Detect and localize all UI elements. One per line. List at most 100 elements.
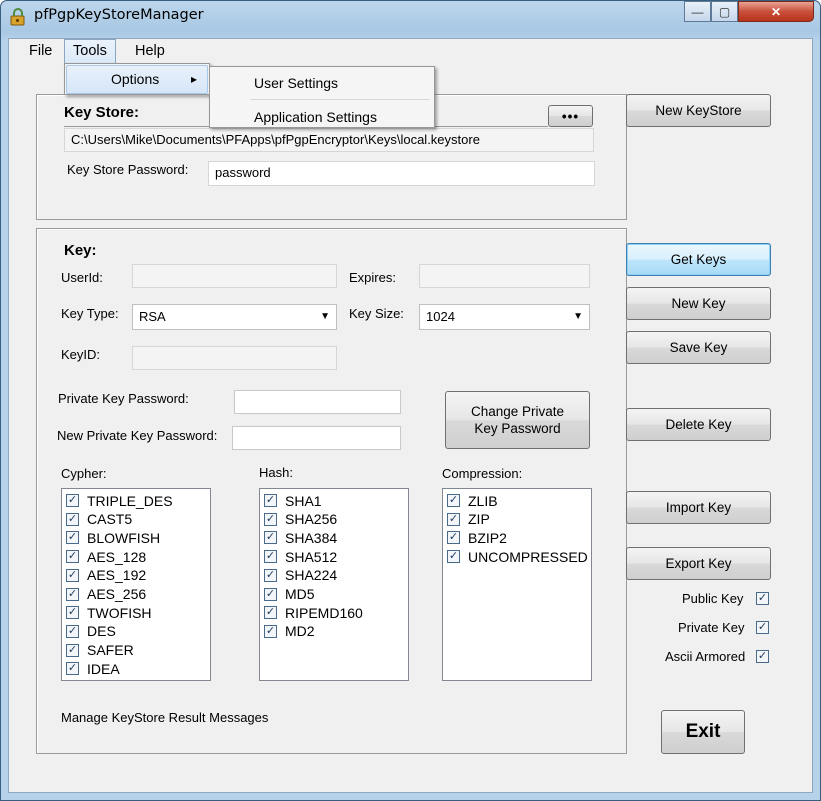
list-item-label: AES_192: [87, 567, 147, 584]
list-item[interactable]: ✓ ZIP: [447, 510, 490, 529]
new-keystore-button[interactable]: New KeyStore: [626, 94, 771, 127]
checkbox[interactable]: ✓: [447, 512, 460, 526]
checkbox[interactable]: ✓: [264, 606, 277, 620]
checkbox[interactable]: ✓: [264, 550, 277, 564]
checkbox[interactable]: ✓: [447, 550, 460, 564]
list-item[interactable]: ✓ AES_128: [66, 547, 146, 566]
checkbox[interactable]: ✓: [264, 494, 277, 507]
check-icon: ✓: [757, 650, 768, 662]
check-icon: ✓: [67, 512, 78, 525]
menu-item-options[interactable]: Options ▸: [66, 65, 208, 94]
checkbox[interactable]: ✓: [447, 494, 460, 507]
list-item-label: MD5: [285, 586, 315, 602]
menu-help[interactable]: Help: [127, 39, 173, 64]
window-title: pfPgpKeyStoreManager: [34, 7, 204, 23]
check-icon: ✓: [67, 662, 78, 675]
compression-list[interactable]: ✓ ZLIB ✓ ZIP ✓ BZIP2 ✓ UNCOMPRESSED: [442, 488, 592, 681]
list-item-label: AES_256: [87, 586, 147, 602]
list-item-label: AES_128: [87, 548, 147, 565]
exit-button[interactable]: Exit: [661, 710, 745, 754]
private-key-checkbox[interactable]: ✓: [756, 621, 769, 634]
keystore-password-field[interactable]: password: [208, 161, 595, 186]
list-item-label: BZIP2: [468, 529, 507, 546]
list-item[interactable]: ✓ DES: [66, 622, 116, 641]
list-item[interactable]: ✓ AES_192: [66, 566, 146, 585]
delete-key-button[interactable]: Delete Key: [626, 408, 771, 441]
get-keys-button[interactable]: Get Keys: [626, 243, 771, 276]
checkbox[interactable]: ✓: [264, 512, 277, 526]
change-private-key-password-button[interactable]: Change Private Key Password: [445, 391, 590, 449]
export-key-button[interactable]: Export Key: [626, 547, 771, 580]
checkbox[interactable]: ✓: [66, 643, 79, 657]
new-key-button[interactable]: New Key: [626, 287, 771, 320]
list-item[interactable]: ✓ CAST5: [66, 510, 132, 529]
checkbox[interactable]: ✓: [264, 624, 277, 638]
public-key-checkbox[interactable]: ✓: [756, 592, 769, 605]
checkbox[interactable]: ✓: [66, 494, 79, 507]
minimize-button[interactable]: —: [684, 1, 711, 22]
list-item-label: ZLIB: [468, 492, 498, 509]
list-item[interactable]: ✓ RIPEMD160: [264, 603, 363, 622]
list-item[interactable]: ✓ IDEA: [66, 659, 120, 678]
options-label: Options: [111, 71, 160, 87]
checkbox[interactable]: ✓: [66, 606, 79, 620]
list-item-label: SAFER: [87, 642, 134, 659]
keystore-path-field[interactable]: C:\Users\Mike\Documents\PFApps\pfPgpEncr…: [64, 128, 594, 152]
list-item[interactable]: ✓ SHA384: [264, 528, 337, 547]
list-item[interactable]: ✓ TWOFISH: [66, 603, 152, 622]
new-private-key-password-field[interactable]: [232, 426, 401, 450]
keyid-label: KeyID:: [61, 347, 101, 362]
list-item[interactable]: ✓ SHA256: [264, 510, 337, 529]
checkbox[interactable]: ✓: [264, 568, 277, 582]
list-item[interactable]: ✓ MD5: [264, 585, 315, 604]
checkbox[interactable]: ✓: [66, 531, 79, 545]
checkbox[interactable]: ✓: [66, 512, 79, 526]
close-button[interactable]: ✕: [738, 1, 814, 22]
list-item[interactable]: ✓ UNCOMPRESSED: [447, 547, 588, 566]
expires-field[interactable]: [419, 264, 590, 288]
checkbox[interactable]: ✓: [447, 531, 460, 545]
list-item-label: TRIPLE_DES: [87, 492, 173, 509]
list-item[interactable]: ✓ BZIP2: [447, 528, 507, 547]
list-item[interactable]: ✓ SAFER: [66, 641, 134, 660]
import-key-button[interactable]: Import Key: [626, 491, 771, 524]
userid-field[interactable]: [132, 264, 337, 288]
maximize-button[interactable]: ▢: [711, 1, 738, 22]
checkbox[interactable]: ✓: [66, 662, 79, 676]
menu-separator: [250, 99, 430, 100]
private-key-password-field[interactable]: [234, 390, 401, 414]
list-item[interactable]: ✓ AES_256: [66, 585, 146, 604]
checkbox[interactable]: ✓: [264, 587, 277, 601]
save-key-button[interactable]: Save Key: [626, 331, 771, 364]
keysize-select[interactable]: 1024 ▼: [419, 304, 590, 330]
list-item-label: SHA1: [285, 492, 322, 509]
menu-item-application-settings[interactable]: Application Settings: [254, 104, 377, 130]
list-item[interactable]: ✓ SHA512: [264, 547, 337, 566]
list-item[interactable]: ✓ BLOWFISH: [66, 528, 160, 547]
checkbox[interactable]: ✓: [66, 587, 79, 601]
private-key-label: Private Key: [678, 620, 745, 635]
list-item[interactable]: ✓ TRIPLE_DES: [66, 491, 173, 510]
list-item[interactable]: ✓ SHA1: [264, 491, 322, 510]
cypher-list[interactable]: ✓ TRIPLE_DES ✓ CAST5 ✓ BLOWFISH ✓ AES_128 ✓ AES_1…: [61, 488, 211, 681]
checkbox[interactable]: ✓: [66, 550, 79, 564]
browse-keystore-button[interactable]: •••: [548, 105, 593, 127]
menu-file[interactable]: File: [21, 39, 60, 64]
checkbox[interactable]: ✓: [264, 531, 277, 545]
menu-tools[interactable]: Tools: [64, 39, 116, 64]
check-icon: ✓: [265, 568, 276, 581]
keyid-field[interactable]: [132, 346, 337, 370]
list-item[interactable]: ✓ ZLIB: [447, 491, 498, 510]
check-icon: ✓: [67, 624, 78, 637]
chevron-down-icon: ▼: [573, 311, 583, 322]
checkbox[interactable]: ✓: [66, 568, 79, 582]
ascii-armored-checkbox[interactable]: ✓: [756, 650, 769, 663]
title-bar[interactable]: pfPgpKeyStoreManager — ▢ ✕: [0, 0, 821, 34]
keytype-select[interactable]: RSA ▼: [132, 304, 337, 330]
list-item[interactable]: ✓ MD2: [264, 622, 315, 641]
list-item-label: SHA384: [285, 529, 338, 546]
hash-list[interactable]: ✓ SHA1 ✓ SHA256 ✓ SHA384 ✓ SHA512 ✓ SHA224 ✓ MD5 ✓ RI…: [259, 488, 409, 681]
menu-item-user-settings[interactable]: User Settings: [254, 70, 338, 96]
checkbox[interactable]: ✓: [66, 624, 79, 638]
list-item[interactable]: ✓ SHA224: [264, 566, 337, 585]
